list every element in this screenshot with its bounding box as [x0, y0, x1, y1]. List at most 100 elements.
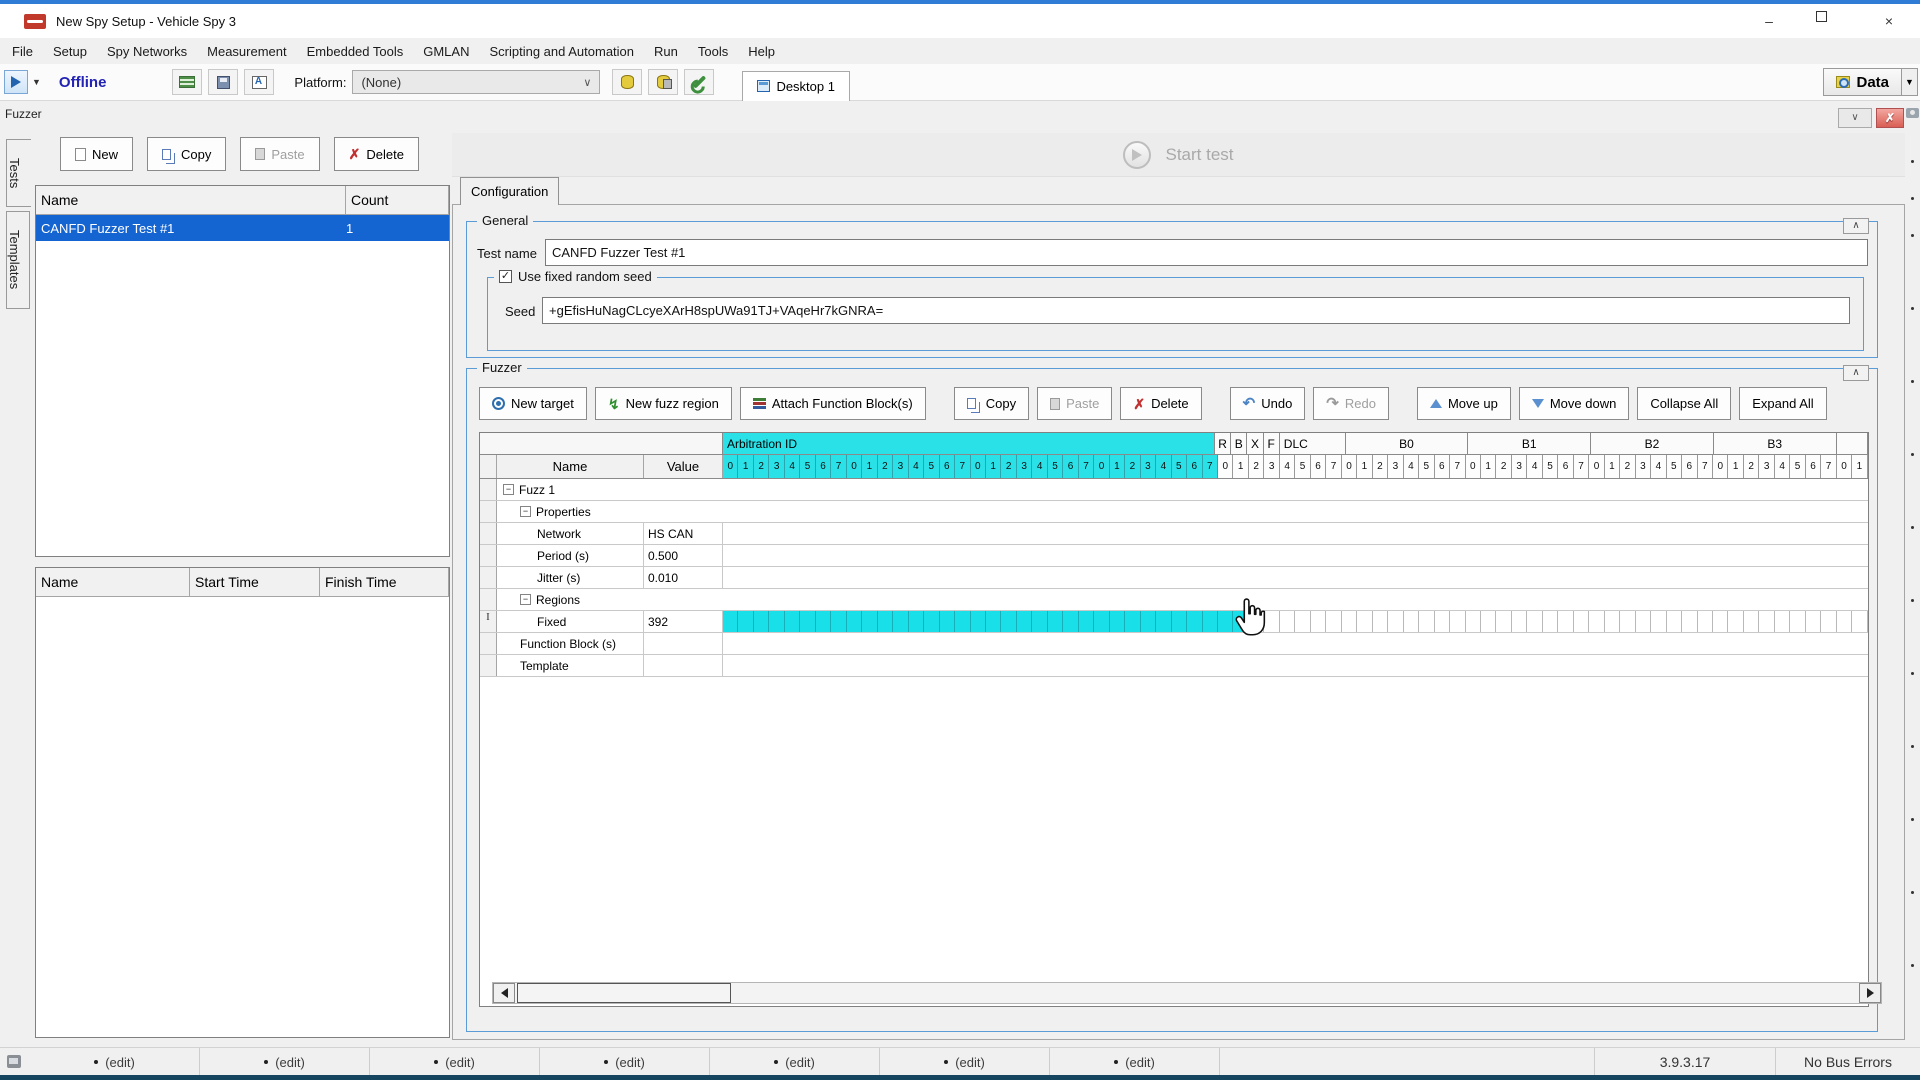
- fuzz-region-cell[interactable]: [769, 611, 784, 632]
- tab-templates[interactable]: Templates: [6, 211, 30, 309]
- panel-close-button[interactable]: ✗: [1876, 108, 1904, 128]
- row-value-cell[interactable]: HS CAN: [644, 523, 723, 544]
- scroll-right-button[interactable]: [1859, 983, 1881, 1003]
- row-gutter[interactable]: [480, 501, 497, 522]
- row-value-cell[interactable]: [644, 655, 723, 676]
- empty-bit-cell[interactable]: [1264, 611, 1279, 632]
- empty-bit-cell[interactable]: [1280, 611, 1295, 632]
- fuzz-region-cell[interactable]: [800, 611, 815, 632]
- tests-col-count[interactable]: Count: [346, 186, 449, 214]
- scroll-track[interactable]: [731, 983, 1859, 1003]
- menu-scripting-and-automation[interactable]: Scripting and Automation: [479, 40, 644, 63]
- row-bits[interactable]: [723, 567, 1868, 588]
- row-gutter[interactable]: [480, 545, 497, 566]
- row-name-cell[interactable]: Fixed: [497, 611, 644, 632]
- row-name-cell[interactable]: −Regions: [497, 589, 723, 610]
- fuzz-region-cell[interactable]: [1032, 611, 1047, 632]
- row-gutter[interactable]: [480, 567, 497, 588]
- empty-bit-cell[interactable]: [1342, 611, 1357, 632]
- row-bits[interactable]: [723, 611, 1868, 632]
- fuzz-region-cell[interactable]: [1141, 611, 1156, 632]
- platform-select[interactable]: (None) ∨: [352, 70, 600, 94]
- row-value-cell[interactable]: 392: [644, 611, 723, 632]
- fuzz-region-cell[interactable]: [831, 611, 846, 632]
- row-name-cell[interactable]: Period (s): [497, 545, 644, 566]
- row-bits[interactable]: [723, 589, 1868, 610]
- empty-bit-cell[interactable]: [1713, 611, 1728, 632]
- desktop-tab[interactable]: Desktop 1: [742, 71, 850, 101]
- empty-bit-cell[interactable]: [1837, 611, 1852, 632]
- menu-setup[interactable]: Setup: [43, 40, 97, 63]
- status-edit-cell-5[interactable]: (edit): [710, 1048, 880, 1076]
- new-fuzz-region-button[interactable]: ↯New fuzz region: [595, 387, 732, 420]
- empty-bit-cell[interactable]: [1651, 611, 1666, 632]
- runs-col-name[interactable]: Name: [36, 568, 190, 596]
- fuzz-region-cell[interactable]: [1094, 611, 1109, 632]
- row-name-cell[interactable]: Template: [497, 655, 644, 676]
- row-gutter[interactable]: [480, 655, 497, 676]
- fuzz-region-cell[interactable]: [955, 611, 970, 632]
- save-button[interactable]: [208, 69, 238, 95]
- row-gutter[interactable]: [480, 633, 497, 654]
- minimize-button[interactable]: –: [1756, 11, 1782, 31]
- empty-bit-cell[interactable]: [1311, 611, 1326, 632]
- row-gutter[interactable]: [480, 589, 497, 610]
- hardware-tools-button[interactable]: [684, 69, 714, 95]
- scroll-left-button[interactable]: [493, 983, 515, 1003]
- empty-bit-cell[interactable]: [1450, 611, 1465, 632]
- row-name-cell[interactable]: Jitter (s): [497, 567, 644, 588]
- empty-bit-cell[interactable]: [1574, 611, 1589, 632]
- vehiclescape-daq-button[interactable]: [612, 69, 642, 95]
- row-bits[interactable]: [723, 479, 1868, 500]
- fuzz-region-cell[interactable]: [1187, 611, 1202, 632]
- fuzz-region-cell[interactable]: [754, 611, 769, 632]
- run-button[interactable]: [4, 70, 28, 94]
- row-name-cell[interactable]: −Properties: [497, 501, 723, 522]
- empty-bit-cell[interactable]: [1543, 611, 1558, 632]
- camera-icon[interactable]: [1906, 108, 1919, 118]
- fuzz-region-cell[interactable]: [1125, 611, 1140, 632]
- empty-bit-cell[interactable]: [1388, 611, 1403, 632]
- seed-input[interactable]: [542, 297, 1850, 324]
- maximize-button[interactable]: [1816, 11, 1842, 31]
- collapse-all-button[interactable]: Collapse All: [1637, 387, 1731, 420]
- fuzz-region-cell[interactable]: [1063, 611, 1078, 632]
- expander-icon[interactable]: −: [520, 594, 531, 605]
- new-target-button[interactable]: New target: [479, 387, 587, 420]
- delete-button[interactable]: ✗Delete: [334, 137, 419, 171]
- row-name-cell[interactable]: Network: [497, 523, 644, 544]
- row-name-cell[interactable]: −Fuzz 1: [497, 479, 723, 500]
- menu-help[interactable]: Help: [738, 40, 785, 63]
- empty-bit-cell[interactable]: [1759, 611, 1774, 632]
- empty-bit-cell[interactable]: [1728, 611, 1743, 632]
- fuzz-region-cell[interactable]: [847, 611, 862, 632]
- empty-bit-cell[interactable]: [1466, 611, 1481, 632]
- menu-embedded-tools[interactable]: Embedded Tools: [297, 40, 414, 63]
- test-row-selected[interactable]: CANFD Fuzzer Test #1 1: [36, 215, 449, 241]
- fuzzer-collapse-button[interactable]: ∧: [1843, 365, 1869, 381]
- row-value-cell[interactable]: [644, 633, 723, 654]
- fuzz-region-cell[interactable]: [909, 611, 924, 632]
- run-dropdown-icon[interactable]: ▼: [28, 77, 45, 87]
- fuzz-region-cell[interactable]: [1233, 611, 1248, 632]
- empty-bit-cell[interactable]: [1357, 611, 1372, 632]
- empty-bit-cell[interactable]: [1326, 611, 1341, 632]
- empty-bit-cell[interactable]: [1806, 611, 1821, 632]
- row-value-cell[interactable]: 0.010: [644, 567, 723, 588]
- fuzz-region-cell[interactable]: [1017, 611, 1032, 632]
- fuzz-region-cell[interactable]: [723, 611, 738, 632]
- empty-bit-cell[interactable]: [1496, 611, 1511, 632]
- fuzz-region-cell[interactable]: [862, 611, 877, 632]
- tab-tests[interactable]: Tests: [6, 139, 31, 207]
- fixed-seed-checkbox[interactable]: ✓: [499, 270, 512, 283]
- menu-spy-networks[interactable]: Spy Networks: [97, 40, 197, 63]
- empty-bit-cell[interactable]: [1698, 611, 1713, 632]
- empty-bit-cell[interactable]: [1775, 611, 1790, 632]
- fuzz-region-cell[interactable]: [1172, 611, 1187, 632]
- empty-bit-cell[interactable]: [1435, 611, 1450, 632]
- empty-bit-cell[interactable]: [1620, 611, 1635, 632]
- fuzz-region-cell[interactable]: [1156, 611, 1171, 632]
- fuzz-region-cell[interactable]: [924, 611, 939, 632]
- expand-all-button[interactable]: Expand All: [1739, 387, 1826, 420]
- fuzz-region-cell[interactable]: [785, 611, 800, 632]
